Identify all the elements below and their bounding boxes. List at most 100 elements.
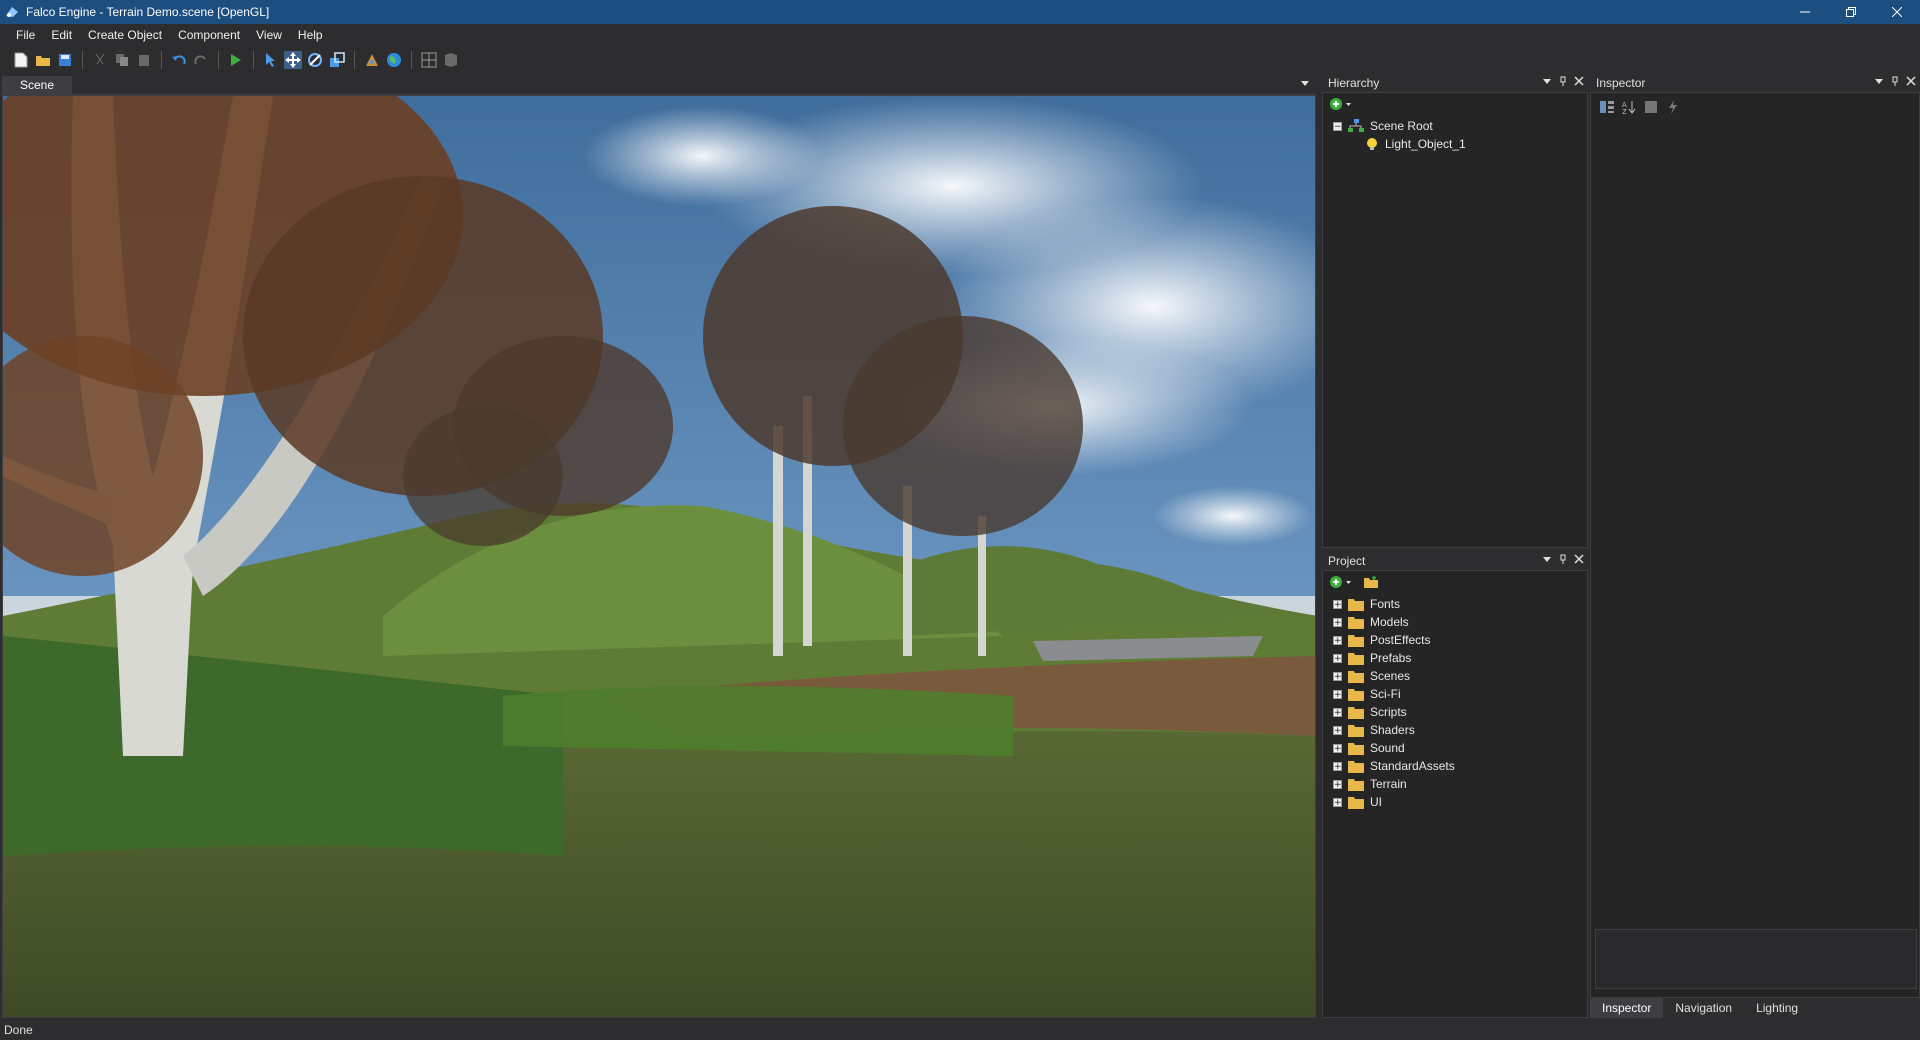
inspector-title: Inspector xyxy=(1596,76,1646,90)
folder-icon xyxy=(1348,724,1364,737)
hierarchy-root-icon xyxy=(1348,119,1364,132)
navmesh-toggle-button[interactable] xyxy=(442,51,460,69)
open-scene-button[interactable] xyxy=(34,51,52,69)
tree-item-scene-root[interactable]: − Scene Root xyxy=(1333,117,1433,135)
play-button[interactable] xyxy=(227,51,245,69)
folder-item-prefabs[interactable]: + Prefabs xyxy=(1333,649,1411,667)
folder-icon xyxy=(1348,760,1364,773)
expand-icon[interactable]: + xyxy=(1333,743,1342,753)
app-logo-icon xyxy=(6,7,18,17)
rotate-tool-button[interactable] xyxy=(306,51,324,69)
menu-help[interactable]: Help xyxy=(290,26,331,44)
add-asset-button[interactable] xyxy=(1329,575,1353,589)
events-icon[interactable] xyxy=(1665,99,1681,115)
cut-button[interactable] xyxy=(91,51,109,69)
tab-lighting[interactable]: Lighting xyxy=(1744,998,1810,1018)
open-folder-icon xyxy=(36,56,50,66)
folder-label: Models xyxy=(1370,615,1409,629)
folder-item-standardassets[interactable]: + StandardAssets xyxy=(1333,757,1455,775)
chevron-down-icon[interactable] xyxy=(1542,554,1552,564)
svg-text:Z: Z xyxy=(1622,108,1627,115)
folder-label: Prefabs xyxy=(1370,651,1412,665)
menu-create-object[interactable]: Create Object xyxy=(80,26,170,44)
folder-label: UI xyxy=(1370,795,1382,809)
folder-item-models[interactable]: + Models xyxy=(1333,613,1409,631)
folder-icon xyxy=(1348,652,1364,665)
pin-icon[interactable] xyxy=(1890,76,1900,86)
tab-navigation[interactable]: Navigation xyxy=(1663,998,1744,1018)
undo-button[interactable] xyxy=(170,51,188,69)
hierarchy-panel: − Scene Root Light_Object_1 xyxy=(1322,92,1588,548)
sort-categorized-icon[interactable] xyxy=(1599,99,1615,115)
copy-button[interactable] xyxy=(113,51,131,69)
folder-item-sound[interactable]: + Sound xyxy=(1333,739,1405,757)
close-window-button[interactable] xyxy=(1874,0,1920,24)
close-icon[interactable] xyxy=(1574,76,1584,86)
folder-item-scenes[interactable]: + Scenes xyxy=(1333,667,1410,685)
folder-item-ui[interactable]: + UI xyxy=(1333,793,1382,811)
properties-icon[interactable] xyxy=(1643,99,1659,115)
chevron-down-icon[interactable] xyxy=(1874,76,1884,86)
globe-icon xyxy=(387,53,401,67)
toolbar-separator xyxy=(218,51,219,69)
expand-icon[interactable]: + xyxy=(1333,689,1342,699)
new-scene-button[interactable] xyxy=(12,51,30,69)
restore-button[interactable] xyxy=(1828,0,1874,24)
chevron-down-icon[interactable] xyxy=(1300,78,1310,88)
pivot-mode-button[interactable] xyxy=(363,51,381,69)
redo-button[interactable] xyxy=(192,51,210,69)
select-tool-button[interactable] xyxy=(262,51,280,69)
tree-item-label: Light_Object_1 xyxy=(1385,137,1466,151)
world-space-button[interactable] xyxy=(385,51,403,69)
paste-button[interactable] xyxy=(135,51,153,69)
folder-label: PostEffects xyxy=(1370,633,1431,647)
expand-icon[interactable]: + xyxy=(1333,599,1342,609)
toolbar-separator xyxy=(253,51,254,69)
title-bar: Falco Engine - Terrain Demo.scene [OpenG… xyxy=(0,0,1920,24)
expand-icon[interactable]: + xyxy=(1333,617,1342,627)
sort-alphabetical-icon[interactable]: AZ xyxy=(1621,99,1637,115)
close-icon[interactable] xyxy=(1574,554,1584,564)
tree-item-label: Scene Root xyxy=(1370,119,1433,133)
chevron-down-icon[interactable] xyxy=(1542,76,1552,86)
hierarchy-title: Hierarchy xyxy=(1328,76,1380,90)
pin-icon[interactable] xyxy=(1558,76,1568,86)
scale-tool-button[interactable] xyxy=(328,51,346,69)
close-icon[interactable] xyxy=(1906,76,1916,86)
save-scene-button[interactable] xyxy=(56,51,74,69)
expand-icon[interactable]: + xyxy=(1333,635,1342,645)
minimize-button[interactable] xyxy=(1782,0,1828,24)
grid-toggle-button[interactable] xyxy=(420,51,438,69)
rotate-icon xyxy=(308,53,322,67)
menu-file[interactable]: File xyxy=(8,26,43,44)
move-tool-button[interactable] xyxy=(284,51,302,69)
folder-item-posteffects[interactable]: + PostEffects xyxy=(1333,631,1430,649)
expand-icon[interactable]: + xyxy=(1333,797,1342,807)
folder-item-scripts[interactable]: + Scripts xyxy=(1333,703,1407,721)
add-object-button[interactable] xyxy=(1329,97,1353,111)
expand-icon[interactable]: + xyxy=(1333,707,1342,717)
scene-viewport[interactable] xyxy=(2,95,1316,1018)
undo-icon xyxy=(172,55,186,65)
expand-icon[interactable]: + xyxy=(1333,653,1342,663)
expand-icon[interactable]: + xyxy=(1333,725,1342,735)
tab-scene[interactable]: Scene xyxy=(2,76,72,94)
scene-render[interactable] xyxy=(3,96,1316,1018)
collapse-icon[interactable]: − xyxy=(1333,121,1342,131)
navmesh-icon xyxy=(445,53,457,67)
menu-view[interactable]: View xyxy=(248,26,290,44)
expand-icon[interactable]: + xyxy=(1333,779,1342,789)
menu-edit[interactable]: Edit xyxy=(43,26,80,44)
folder-label: Sci-Fi xyxy=(1370,687,1401,701)
new-folder-button[interactable] xyxy=(1363,575,1379,589)
expand-icon[interactable]: + xyxy=(1333,671,1342,681)
folder-item-shaders[interactable]: + Shaders xyxy=(1333,721,1415,739)
folder-item-sci-fi[interactable]: + Sci-Fi xyxy=(1333,685,1401,703)
expand-icon[interactable]: + xyxy=(1333,761,1342,771)
folder-item-fonts[interactable]: + Fonts xyxy=(1333,595,1400,613)
tab-inspector[interactable]: Inspector xyxy=(1590,998,1664,1018)
folder-item-terrain[interactable]: + Terrain xyxy=(1333,775,1407,793)
pin-icon[interactable] xyxy=(1558,554,1568,564)
menu-component[interactable]: Component xyxy=(170,26,248,44)
tree-item-light-object[interactable]: Light_Object_1 xyxy=(1365,135,1466,153)
